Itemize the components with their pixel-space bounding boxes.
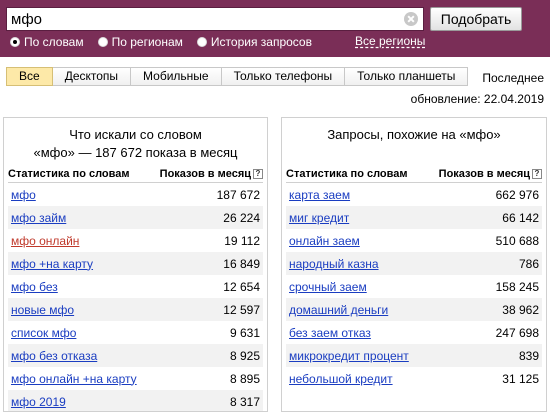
phrase-link[interactable]: народный казна [286,257,379,271]
similar-queries-list: карта заем 662 976 миг кредит 66 142 онлайн … [286,183,542,390]
similar-queries-panel: Запросы, похожие на «мфо» Статистика по … [281,117,547,412]
shows-count: 839 [518,348,539,363]
phrase-link[interactable]: карта заем [286,188,350,202]
shows-count: 66 142 [502,210,539,225]
shows-count: 510 688 [495,233,539,248]
col-shows: Показов в месяц [438,167,530,180]
phrase-link[interactable]: мфо 2019 [8,395,66,409]
table-row: микрокредит процент 839 [286,344,542,367]
col-words: Статистика по словам [8,167,130,180]
phrase-link[interactable]: список мфо [8,326,76,340]
table-row: мфо онлайн 19 112 [8,229,263,252]
shows-count: 12 597 [223,302,260,317]
panel-title-line1: Что искали со словом [69,127,202,142]
table-row: мфо +на карту 16 849 [8,252,263,275]
shows-count: 8 317 [229,394,260,409]
last-updated: Последнее обновление: 22.04.2019 [411,68,544,110]
shows-count: 8 925 [229,348,260,363]
tab-all[interactable]: Все [6,67,53,86]
table-row: карта заем 662 976 [286,183,542,206]
table-row: срочный заем 158 245 [286,275,542,298]
shows-count: 786 [518,256,539,271]
shows-count: 38 962 [502,302,539,317]
mode-by-regions[interactable]: По регионам [97,35,183,49]
shows-count: 247 698 [495,325,539,340]
phrase-link[interactable]: мфо +на карту [8,257,93,271]
table-row: мфо 2019 8 317 [8,390,263,411]
device-tabs: Все Десктопы Мобильные Только телефоны Т… [6,67,469,86]
all-regions-link[interactable]: Все регионы [355,34,425,48]
mode-label: По словам [24,35,84,49]
word-stats-list: мфо 187 672 мфо займ 26 224 мфо онлайн 19 112… [8,183,263,411]
table-row: миг кредит 66 142 [286,206,542,229]
panel-title: Что искали со словом «мфо» — 187 672 пок… [4,118,267,165]
radio-icon [97,37,108,47]
shows-count: 31 125 [502,371,539,386]
radio-icon [196,37,207,47]
help-icon[interactable]: ? [253,168,263,179]
shows-count: 8 895 [229,371,260,386]
panel-title-line2: «мфо» — 187 672 показа в месяц [33,145,238,160]
mode-by-words[interactable]: По словам [10,35,84,49]
shows-count: 158 245 [495,279,539,294]
help-icon[interactable]: ? [532,168,542,179]
table-row: мфо 187 672 [8,183,263,206]
column-header: Статистика по словам Показов в месяц? [8,165,263,183]
tab-mobile[interactable]: Мобильные [131,67,222,86]
last-updated-line1: Последнее [482,71,544,85]
table-row: без заем отказ 247 698 [286,321,542,344]
search-input[interactable] [6,7,424,31]
shows-count: 187 672 [216,187,260,202]
panel-title: Запросы, похожие на «мфо» [282,118,546,165]
word-stats-panel: Что искали со словом «мфо» — 187 672 пок… [3,117,268,412]
shows-count: 9 631 [229,325,260,340]
search-bar: Подобрать По словам По регионам История … [0,0,550,57]
phrase-link[interactable]: небольшой кредит [286,372,393,386]
phrase-link[interactable]: микрокредит процент [286,349,409,363]
submit-button[interactable]: Подобрать [430,7,522,31]
mode-label: История запросов [210,35,312,49]
shows-count: 662 976 [495,187,539,202]
table-row: мфо займ 26 224 [8,206,263,229]
phrase-link[interactable]: мфо займ [8,211,66,225]
search-mode-group: По словам По регионам История запросов [10,34,326,50]
phrase-link[interactable]: миг кредит [286,211,349,225]
mode-history[interactable]: История запросов [196,35,312,49]
tab-phones-only[interactable]: Только телефоны [221,67,346,86]
radio-icon [10,37,20,47]
col-shows: Показов в месяц [159,167,251,180]
shows-count: 12 654 [223,279,260,294]
panel-title-line1: Запросы, похожие на «мфо» [327,127,501,142]
shows-count: 26 224 [223,210,260,225]
phrase-link[interactable]: мфо онлайн [8,234,79,248]
phrase-link[interactable]: новые мфо [8,303,74,317]
col-words: Статистика по словам [286,167,408,180]
phrase-link[interactable]: мфо без [8,280,58,294]
shows-count: 19 112 [224,233,260,248]
table-row: мфо без 12 654 [8,275,263,298]
table-row: мфо без отказа 8 925 [8,344,263,367]
table-row: новые мфо 12 597 [8,298,263,321]
table-row: небольшой кредит 31 125 [286,367,542,390]
table-row: список мфо 9 631 [8,321,263,344]
phrase-link[interactable]: мфо [8,188,36,202]
phrase-link[interactable]: без заем отказ [286,326,371,340]
phrase-link[interactable]: мфо без отказа [8,349,97,363]
col-shows-wrap: Показов в месяц? [160,168,263,180]
shows-count: 16 849 [223,256,260,271]
phrase-link[interactable]: мфо онлайн +на карту [8,372,137,386]
column-header: Статистика по словам Показов в месяц? [286,165,542,183]
phrase-link[interactable]: онлайн заем [286,234,360,248]
tab-desktops[interactable]: Десктопы [52,67,132,86]
table-row: народный казна 786 [286,252,542,275]
table-row: домашний деньги 38 962 [286,298,542,321]
clear-icon[interactable] [404,12,418,26]
last-updated-line2: обновление: 22.04.2019 [410,92,544,106]
col-shows-wrap: Показов в месяц? [439,168,542,180]
mode-label: По регионам [111,35,183,49]
table-row: мфо онлайн +на карту 8 895 [8,367,263,390]
table-row: онлайн заем 510 688 [286,229,542,252]
phrase-link[interactable]: домашний деньги [286,303,388,317]
phrase-link[interactable]: срочный заем [286,280,367,294]
